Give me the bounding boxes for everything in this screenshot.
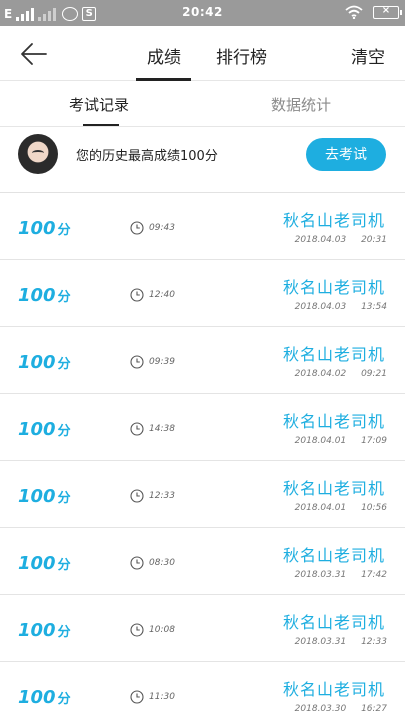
score-value: 100 bbox=[18, 285, 56, 306]
score-unit: 分 bbox=[57, 223, 71, 238]
clock-icon bbox=[130, 690, 144, 704]
record-row[interactable]: 100 分 12:40 秋名山老司机 2018.04.03 13:54 bbox=[0, 260, 405, 327]
active-subtab-indicator bbox=[83, 124, 119, 126]
duration: 12:33 bbox=[149, 491, 175, 501]
user-name: 秋名山老司机 bbox=[282, 546, 385, 565]
user-name: 秋名山老司机 bbox=[282, 345, 385, 364]
score-unit: 分 bbox=[57, 424, 71, 439]
record-date: 2018.03.31 12:33 bbox=[294, 637, 387, 647]
tab-score[interactable]: 成绩 bbox=[147, 43, 181, 68]
user-name: 秋名山老司机 bbox=[282, 211, 385, 230]
score-value: 100 bbox=[18, 352, 56, 373]
best-score-text: 您的历史最高成绩100分 bbox=[76, 149, 218, 164]
clear-button[interactable]: 清空 bbox=[351, 43, 385, 68]
clock-icon bbox=[130, 288, 144, 302]
record-date: 2018.04.03 13:54 bbox=[294, 302, 387, 312]
score: 100 分 bbox=[18, 419, 71, 440]
duration: 11:30 bbox=[149, 692, 175, 702]
tab-exam-records[interactable]: 考试记录 bbox=[69, 94, 129, 115]
score-value: 100 bbox=[18, 553, 56, 574]
record-row[interactable]: 100 分 10:08 秋名山老司机 2018.03.31 12:33 bbox=[0, 595, 405, 662]
status-bar: E S 20:42 × bbox=[0, 0, 405, 26]
sub-tabs: 考试记录 数据统计 bbox=[0, 81, 405, 127]
record-row[interactable]: 100 分 08:30 秋名山老司机 2018.03.31 17:42 bbox=[0, 528, 405, 595]
clock-icon bbox=[130, 556, 144, 570]
score-value: 100 bbox=[18, 486, 56, 507]
status-right: × bbox=[345, 5, 402, 19]
take-exam-button[interactable]: 去考试 bbox=[306, 138, 386, 171]
record-row[interactable]: 100 分 09:39 秋名山老司机 2018.04.02 09:21 bbox=[0, 327, 405, 394]
score: 100 分 bbox=[18, 553, 71, 574]
score-value: 100 bbox=[18, 218, 56, 239]
score-value: 100 bbox=[18, 419, 56, 440]
record-row[interactable]: 100 分 14:38 秋名山老司机 2018.04.01 17:09 bbox=[0, 394, 405, 461]
record-row[interactable]: 100 分 11:30 秋名山老司机 2018.03.30 16:27 bbox=[0, 662, 405, 720]
score: 100 分 bbox=[18, 687, 71, 708]
score: 100 分 bbox=[18, 486, 71, 507]
score-value: 100 bbox=[18, 687, 56, 708]
user-name: 秋名山老司机 bbox=[282, 412, 385, 431]
clock-icon bbox=[130, 623, 144, 637]
user-name: 秋名山老司机 bbox=[282, 613, 385, 632]
score: 100 分 bbox=[18, 285, 71, 306]
wifi-icon bbox=[345, 5, 363, 19]
duration: 09:39 bbox=[149, 357, 175, 367]
score: 100 分 bbox=[18, 218, 71, 239]
duration: 10:08 bbox=[149, 625, 175, 635]
score: 100 分 bbox=[18, 352, 71, 373]
record-row[interactable]: 100 分 12:33 秋名山老司机 2018.04.01 10:56 bbox=[0, 461, 405, 528]
record-date: 2018.04.01 10:56 bbox=[294, 503, 387, 513]
clock-icon bbox=[130, 489, 144, 503]
score-unit: 分 bbox=[57, 290, 71, 305]
clock-icon bbox=[130, 355, 144, 369]
user-name: 秋名山老司机 bbox=[282, 479, 385, 498]
user-name: 秋名山老司机 bbox=[282, 278, 385, 297]
score-unit: 分 bbox=[57, 357, 71, 372]
best-score-summary: 您的历史最高成绩100分 去考试 bbox=[0, 127, 405, 193]
record-row[interactable]: 100 分 09:43 秋名山老司机 2018.04.03 20:31 bbox=[0, 193, 405, 260]
record-date: 2018.04.02 09:21 bbox=[294, 369, 387, 379]
score-value: 100 bbox=[18, 620, 56, 641]
tab-ranking[interactable]: 排行榜 bbox=[216, 43, 267, 68]
duration: 08:30 bbox=[149, 558, 175, 568]
top-nav: 成绩 排行榜 清空 bbox=[0, 26, 405, 81]
tab-statistics[interactable]: 数据统计 bbox=[271, 94, 331, 115]
clock-icon bbox=[130, 422, 144, 436]
back-arrow-icon[interactable] bbox=[18, 40, 50, 68]
score-unit: 分 bbox=[57, 625, 71, 640]
duration: 09:43 bbox=[149, 223, 175, 233]
record-date: 2018.04.01 17:09 bbox=[294, 436, 387, 446]
duration: 14:38 bbox=[149, 424, 175, 434]
record-date: 2018.03.30 16:27 bbox=[294, 704, 387, 714]
score-unit: 分 bbox=[57, 491, 71, 506]
score: 100 分 bbox=[18, 620, 71, 641]
user-name: 秋名山老司机 bbox=[282, 680, 385, 699]
clock-icon bbox=[130, 221, 144, 235]
score-unit: 分 bbox=[57, 558, 71, 573]
battery-icon: × bbox=[373, 5, 402, 19]
score-unit: 分 bbox=[57, 692, 71, 707]
avatar[interactable] bbox=[18, 134, 58, 174]
record-date: 2018.04.03 20:31 bbox=[294, 235, 387, 245]
record-date: 2018.03.31 17:42 bbox=[294, 570, 387, 580]
records-list: 100 分 09:43 秋名山老司机 2018.04.03 20:31 100 分 … bbox=[0, 193, 405, 720]
duration: 12:40 bbox=[149, 290, 175, 300]
